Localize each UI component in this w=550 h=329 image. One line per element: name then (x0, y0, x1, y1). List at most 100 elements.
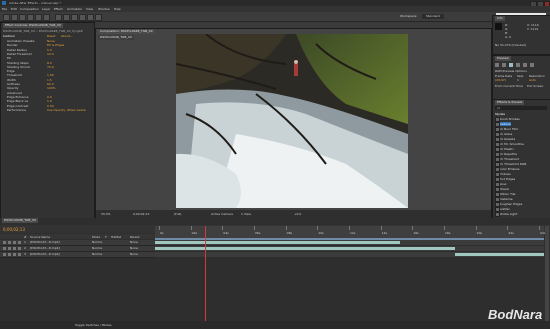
camera-tool-icon[interactable] (35, 14, 42, 21)
about-link[interactable]: About... (61, 34, 73, 38)
puppet-tool-icon[interactable] (95, 14, 102, 21)
timeline-layer-row[interactable]: 3 [DSCProd3...8.mp4] Norma None (0, 252, 155, 258)
time-ruler[interactable]: 0s 02s 04s 06s 08s 10s 12s 14s 16s 18s 20s 22s 24s (155, 226, 545, 238)
toggle-switches-modes[interactable]: Toggle Switches / Modes (75, 323, 112, 327)
tab-preview[interactable]: Preview (495, 56, 511, 61)
camera-dropdown[interactable]: Active Camera (211, 212, 233, 216)
effects-search-input[interactable]: cc (495, 106, 547, 110)
layer-mode-dropdown[interactable]: Norma (92, 246, 102, 251)
work-area-bar[interactable] (155, 238, 544, 240)
exposure-value[interactable]: +0.0 (294, 212, 301, 216)
brush-tool-icon[interactable] (71, 14, 78, 21)
first-frame-icon[interactable] (495, 63, 499, 67)
clone-tool-icon[interactable] (79, 14, 86, 21)
tab-timeline[interactable]: DSCPro0948_TGB_XX (2, 218, 39, 223)
ram-preview-icon[interactable] (530, 63, 534, 67)
effect-param-value[interactable]: Use Opacity, When Availa (47, 108, 86, 112)
resolution-dropdown[interactable]: (Full) (174, 212, 181, 216)
layer-duration-bar[interactable] (455, 253, 544, 256)
effect-list-item[interactable]: CC Kaleida (495, 137, 515, 142)
solo-icon[interactable] (13, 247, 16, 250)
layer-source-name[interactable]: [DSCProd3...8.mp4] (30, 240, 60, 245)
effect-list-item[interactable]: CC Burn Film (495, 127, 518, 132)
layer-duration-bar[interactable] (155, 241, 400, 244)
workspace-select[interactable]: Standard (422, 14, 444, 19)
solo-icon[interactable] (13, 241, 16, 244)
lock-icon[interactable] (18, 241, 21, 244)
effect-list-item[interactable]: Strobe Light (495, 212, 517, 217)
prev-frame-icon[interactable] (502, 63, 506, 67)
effect-list-item[interactable]: CC Glass (495, 132, 512, 137)
selection-tool-icon[interactable] (3, 14, 10, 21)
audio-icon[interactable] (8, 241, 11, 244)
effect-list-item[interactable]: Motion Tile (495, 192, 515, 197)
lock-icon[interactable] (18, 247, 21, 250)
timeline-track[interactable] (155, 252, 544, 257)
effect-param-value[interactable]: 70.0 (47, 65, 54, 69)
timeline-track[interactable] (155, 246, 544, 251)
layer-mode-dropdown[interactable]: Norma (92, 252, 102, 257)
effect-list-item[interactable]: Color Emboss (495, 167, 519, 172)
effect-list-item[interactable]: Cartoon (495, 122, 511, 127)
tab-effect-controls[interactable]: Effect Controls: DSCPro0948_TGB_XX (3, 23, 63, 28)
frame-rate-value[interactable]: (29.97) (495, 78, 506, 82)
skip-value[interactable]: 0 (517, 78, 519, 82)
next-frame-icon[interactable] (516, 63, 520, 67)
solo-icon[interactable] (13, 253, 16, 256)
effect-param-value[interactable]: 10.0 (47, 52, 54, 56)
composition-frame-image[interactable] (176, 34, 408, 208)
effect-list-item[interactable]: Glow (495, 182, 506, 187)
timeline-scrollbar[interactable] (545, 226, 549, 324)
layer-mode-dropdown[interactable]: Norma (92, 240, 102, 245)
ram-preview-options[interactable]: RAM Preview Options (495, 69, 527, 73)
lock-icon[interactable] (18, 253, 21, 256)
zoom-dropdown[interactable]: 33.3% (101, 212, 111, 216)
effect-list-item[interactable]: CC Mr. Smoothie (495, 142, 524, 147)
layer-source-name[interactable]: [DSCProd3...8.mp4] (30, 246, 60, 251)
effect-list-item[interactable]: CC Threshold RGB (495, 162, 526, 167)
effect-param-row[interactable]: Performance Use Opacity, When Availa (7, 108, 86, 112)
effect-list-item[interactable]: CC Plastic (495, 147, 514, 152)
effect-list-item[interactable]: Scatter (495, 207, 510, 212)
effect-list-item[interactable]: Roughen Edges (495, 202, 522, 207)
zoom-tool-icon[interactable] (19, 14, 26, 21)
views-dropdown[interactable]: 1 View (241, 212, 251, 216)
timeline-timecode[interactable]: 0;00;02;13 (3, 227, 25, 232)
tab-effects-presets[interactable]: Effects & Presets (495, 100, 525, 105)
current-time-indicator[interactable] (205, 226, 206, 329)
audio-icon[interactable] (8, 247, 11, 250)
tab-info[interactable]: Info (495, 16, 505, 21)
eye-icon[interactable] (3, 247, 6, 250)
timecode-display[interactable]: 0;00;02;13 (133, 212, 149, 216)
effect-list-item[interactable]: Posterize (495, 197, 513, 202)
layer-source-name[interactable]: [DSCProd3...8.mp4] (30, 252, 60, 257)
effect-list-item[interactable]: Brush Strokes (495, 117, 520, 122)
audio-icon[interactable] (8, 253, 11, 256)
effect-name[interactable]: Cartoon (3, 34, 15, 38)
timeline-track[interactable] (155, 240, 544, 245)
eraser-tool-icon[interactable] (87, 14, 94, 21)
effect-param-value[interactable]: 100% (47, 86, 56, 90)
eye-icon[interactable] (3, 253, 6, 256)
tab-composition[interactable]: Composition: DSCPro0948_TGB_XX (98, 29, 155, 34)
type-tool-icon[interactable] (63, 14, 70, 21)
last-frame-icon[interactable] (523, 63, 527, 67)
from-current-time-checkbox[interactable]: From Current Time (495, 84, 523, 88)
rotate-tool-icon[interactable] (27, 14, 34, 21)
reset-link[interactable]: Reset (47, 34, 55, 38)
layer-parent-dropdown[interactable]: None (130, 246, 138, 251)
effect-list-item[interactable]: Emboss (495, 172, 511, 177)
effect-list-item[interactable]: Mosaic (495, 187, 509, 192)
pan-behind-tool-icon[interactable] (43, 14, 50, 21)
effect-list-item[interactable]: Find Edges (495, 177, 515, 182)
tab-composition-sub[interactable]: DSCPro0948_TGB_XX (98, 35, 135, 40)
full-screen-checkbox[interactable]: Full Screen (527, 84, 543, 88)
pen-tool-icon[interactable] (55, 14, 62, 21)
layer-parent-dropdown[interactable]: None (130, 252, 138, 257)
resolution-value[interactable]: Auto (529, 78, 536, 82)
effect-list-item[interactable]: CC Threshold (495, 157, 519, 162)
layer-duration-bar[interactable] (155, 247, 455, 250)
effect-list-item[interactable]: CC RepeTile (495, 152, 517, 157)
play-icon[interactable] (509, 63, 513, 67)
category-stylize[interactable]: Stylize (495, 112, 505, 116)
